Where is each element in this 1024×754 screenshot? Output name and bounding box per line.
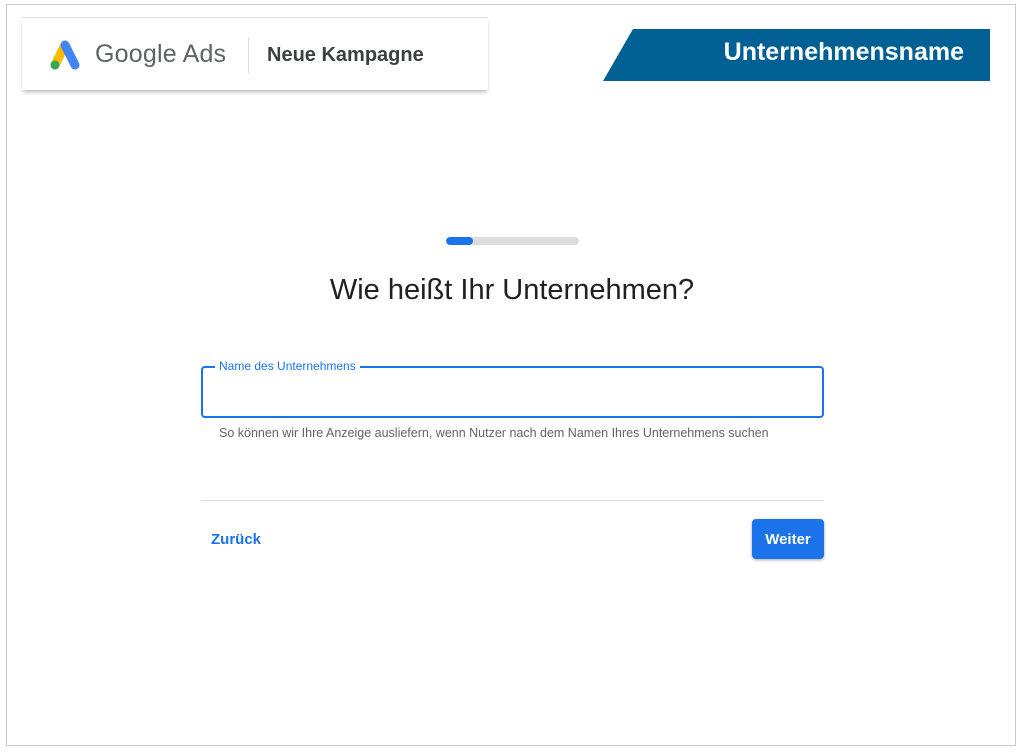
back-button[interactable]: Zurück bbox=[211, 531, 261, 548]
brand-name: Google Ads bbox=[95, 40, 227, 68]
company-name-field[interactable]: Name des Unternehmens bbox=[201, 359, 824, 418]
page-title: Neue Kampagne bbox=[267, 44, 424, 66]
form-divider bbox=[201, 500, 824, 501]
header-divider bbox=[248, 37, 249, 73]
helper-text: So können wir Ihre Anzeige ausliefern, w… bbox=[219, 426, 769, 440]
app-header: Google Ads Neue Kampagne bbox=[22, 17, 488, 90]
progress-bar bbox=[446, 237, 579, 245]
next-button[interactable]: Weiter bbox=[752, 519, 824, 559]
company-name-field-label: Name des Unternehmens bbox=[215, 359, 360, 373]
company-name-input[interactable] bbox=[217, 380, 811, 406]
google-ads-logo-icon bbox=[48, 39, 82, 71]
progress-bar-fill bbox=[446, 237, 473, 245]
company-name-label: Unternehmensname bbox=[723, 38, 964, 66]
question-heading: Wie heißt Ihr Unternehmen? bbox=[329, 274, 695, 306]
company-name-banner: Unternehmensname bbox=[603, 29, 990, 81]
